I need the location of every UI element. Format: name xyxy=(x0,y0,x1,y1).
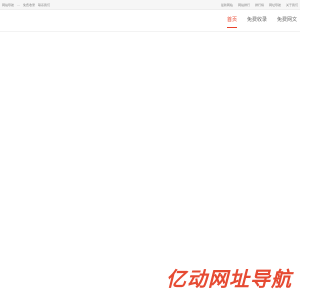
topbar-link[interactable]: 网站导航 xyxy=(2,3,14,7)
main-nav: 首页 免费收录 免费网文 xyxy=(217,10,297,31)
topbar-link[interactable]: 网址导航 xyxy=(269,3,281,7)
top-bar: 网站导航 … 免费收录 联系我们 最新网站 网站排行 排行榜 网址导航 关于我们 xyxy=(0,0,300,10)
topbar-link[interactable]: … xyxy=(17,3,20,7)
topbar-link[interactable]: 网站排行 xyxy=(238,3,250,7)
topbar-link[interactable]: 最新网站 xyxy=(221,3,233,7)
main-content: 亿动网址导航 xyxy=(0,32,300,300)
topbar-link[interactable]: 关于我们 xyxy=(286,3,298,7)
nav-item-free-submission[interactable]: 免费收录 xyxy=(247,10,267,31)
topbar-left: 网站导航 … 免费收录 联系我们 xyxy=(0,3,50,7)
topbar-right: 最新网站 网站排行 排行榜 网址导航 关于我们 xyxy=(216,3,300,7)
brand-watermark: 亿动网址导航 xyxy=(166,267,292,291)
nav-item-free-articles[interactable]: 免费网文 xyxy=(277,10,297,31)
topbar-link[interactable]: 免费收录 xyxy=(23,3,35,7)
logo[interactable] xyxy=(2,14,14,26)
site-header: 首页 免费收录 免费网文 xyxy=(0,10,300,31)
topbar-link[interactable]: 排行榜 xyxy=(255,3,264,7)
nav-item-home[interactable]: 首页 xyxy=(226,10,237,31)
topbar-link[interactable]: 联系我们 xyxy=(38,3,50,7)
